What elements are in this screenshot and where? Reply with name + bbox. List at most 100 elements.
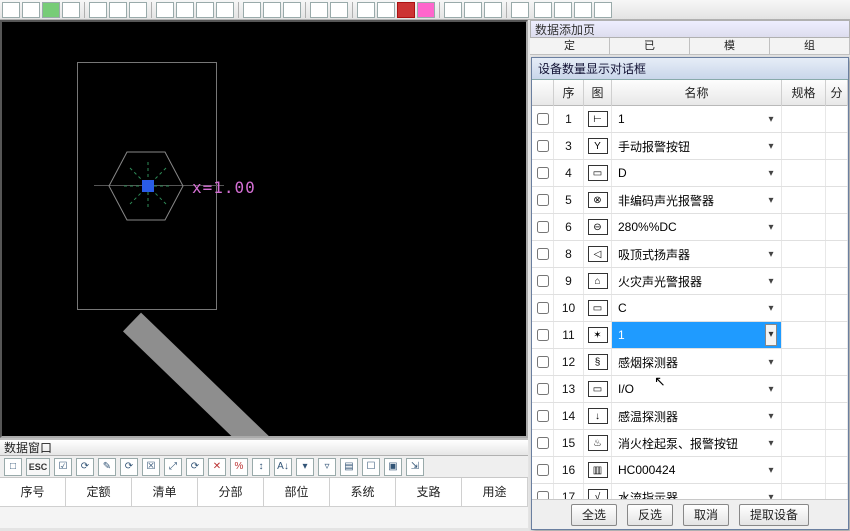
tool-btn[interactable] [62, 2, 80, 18]
row-checkbox[interactable] [532, 214, 554, 240]
dw-tab[interactable]: 用途 [462, 478, 528, 506]
dropdown-icon[interactable]: ▾ [765, 249, 777, 260]
row-checkbox[interactable] [532, 349, 554, 375]
tool-btn[interactable] [444, 2, 462, 18]
table-row[interactable]: 10▭C▾ [532, 295, 848, 322]
dw-tool-btn[interactable]: ▤ [340, 458, 358, 476]
table-row[interactable]: 13▭I/O▾ [532, 376, 848, 403]
dropdown-icon[interactable]: ▾ [765, 222, 777, 233]
tool-btn[interactable] [89, 2, 107, 18]
dw-tool-btn[interactable]: ☒ [142, 458, 160, 476]
tool-btn[interactable] [464, 2, 482, 18]
row-checkbox[interactable] [532, 160, 554, 186]
dropdown-icon[interactable]: ▾ [765, 114, 777, 125]
row-name-cell[interactable]: 感烟探测器▾ [612, 349, 782, 375]
row-name-cell[interactable]: 280%%DC▾ [612, 214, 782, 240]
tool-btn[interactable] [156, 2, 174, 18]
dw-tool-btn[interactable]: ▾ [296, 458, 314, 476]
header-cat[interactable]: 分 [826, 80, 848, 106]
tool-btn[interactable] [397, 2, 415, 18]
row-name-cell[interactable]: C▾ [612, 295, 782, 321]
table-row[interactable]: 1⊢1▾ [532, 106, 848, 133]
dw-tool-btn[interactable]: ⤢ [164, 458, 182, 476]
tool-btn[interactable] [243, 2, 261, 18]
dropdown-icon[interactable]: ▾ [765, 276, 777, 287]
dw-tool-btn[interactable]: ▣ [384, 458, 402, 476]
dw-tab[interactable]: 清单 [132, 478, 198, 506]
tool-btn[interactable] [2, 2, 20, 18]
dropdown-icon[interactable]: ▾ [765, 384, 777, 395]
table-row[interactable]: 16▥HC000424▾ [532, 457, 848, 484]
row-checkbox[interactable] [532, 295, 554, 321]
dw-tab[interactable]: 支路 [396, 478, 462, 506]
dropdown-icon[interactable]: ▾ [765, 324, 777, 346]
dropdown-icon[interactable]: ▾ [765, 168, 777, 179]
table-row[interactable]: 8◁吸顶式扬声器▾ [532, 241, 848, 268]
tool-btn[interactable] [417, 2, 435, 18]
dialog-button[interactable]: 提取设备 [739, 504, 809, 526]
dropdown-icon[interactable]: ▾ [765, 465, 777, 476]
row-checkbox[interactable] [532, 268, 554, 294]
dw-tool-btn[interactable]: ⇲ [406, 458, 424, 476]
dw-tab[interactable]: 定额 [66, 478, 132, 506]
row-name-cell[interactable]: 水流指示器▾ [612, 484, 782, 499]
header-seq[interactable]: 序 [554, 80, 584, 106]
dw-tool-btn[interactable]: ESC [26, 458, 50, 476]
side-button[interactable]: 定 [530, 38, 610, 54]
dw-tool-btn[interactable]: ⟳ [186, 458, 204, 476]
tool-btn[interactable] [42, 2, 60, 18]
table-row[interactable]: 14↓感温探测器▾ [532, 403, 848, 430]
dw-tool-btn[interactable]: ↕ [252, 458, 270, 476]
dw-tool-btn[interactable]: ⟳ [120, 458, 138, 476]
row-checkbox[interactable] [532, 106, 554, 132]
header-icon[interactable]: 图 [584, 80, 612, 106]
row-checkbox[interactable] [532, 430, 554, 456]
dw-tool-btn[interactable]: ☐ [362, 458, 380, 476]
drawing-canvas[interactable]: x=1.00 [0, 20, 528, 438]
side-button[interactable]: 模 [690, 38, 770, 54]
dw-tool-btn[interactable]: ✕ [208, 458, 226, 476]
dw-tool-btn[interactable]: A↓ [274, 458, 292, 476]
tool-btn[interactable] [534, 2, 552, 18]
table-row[interactable]: 11✶1▾ [532, 322, 848, 349]
dw-tool-btn[interactable]: □ [4, 458, 22, 476]
row-name-cell[interactable]: 火灾声光警报器▾ [612, 268, 782, 294]
row-checkbox[interactable] [532, 376, 554, 402]
dw-tab[interactable]: 系统 [330, 478, 396, 506]
tool-btn[interactable] [263, 2, 281, 18]
tool-btn[interactable] [594, 2, 612, 18]
dw-tool-btn[interactable]: ⟳ [76, 458, 94, 476]
tool-btn[interactable] [176, 2, 194, 18]
dropdown-icon[interactable]: ▾ [765, 357, 777, 368]
row-checkbox[interactable] [532, 133, 554, 159]
row-checkbox[interactable] [532, 403, 554, 429]
dialog-button[interactable]: 全选 [571, 504, 617, 526]
tool-btn[interactable] [129, 2, 147, 18]
dropdown-icon[interactable]: ▾ [765, 438, 777, 449]
row-name-cell[interactable]: 1▾ [612, 322, 782, 348]
row-name-cell[interactable]: 吸顶式扬声器▾ [612, 241, 782, 267]
dropdown-icon[interactable]: ▾ [765, 492, 777, 500]
row-checkbox[interactable] [532, 322, 554, 348]
row-name-cell[interactable]: I/O▾ [612, 376, 782, 402]
tool-btn[interactable] [310, 2, 328, 18]
tool-btn[interactable] [554, 2, 572, 18]
table-row[interactable]: 4▭D▾ [532, 160, 848, 187]
table-row[interactable]: 3Y手动报警按钮▾ [532, 133, 848, 160]
tool-btn[interactable] [357, 2, 375, 18]
tool-btn[interactable] [283, 2, 301, 18]
tool-btn[interactable] [109, 2, 127, 18]
row-name-cell[interactable]: 非编码声光报警器▾ [612, 187, 782, 213]
side-button[interactable]: 组 [770, 38, 850, 54]
table-row[interactable]: 15♨消火栓起泵、报警按钮▾ [532, 430, 848, 457]
row-name-cell[interactable]: HC000424▾ [612, 457, 782, 483]
table-row[interactable]: 12§感烟探测器▾ [532, 349, 848, 376]
dropdown-icon[interactable]: ▾ [765, 411, 777, 422]
tool-btn[interactable] [216, 2, 234, 18]
tool-btn[interactable] [330, 2, 348, 18]
row-name-cell[interactable]: D▾ [612, 160, 782, 186]
row-checkbox[interactable] [532, 241, 554, 267]
dialog-button[interactable]: 反选 [627, 504, 673, 526]
row-checkbox[interactable] [532, 484, 554, 499]
dropdown-icon[interactable]: ▾ [765, 141, 777, 152]
